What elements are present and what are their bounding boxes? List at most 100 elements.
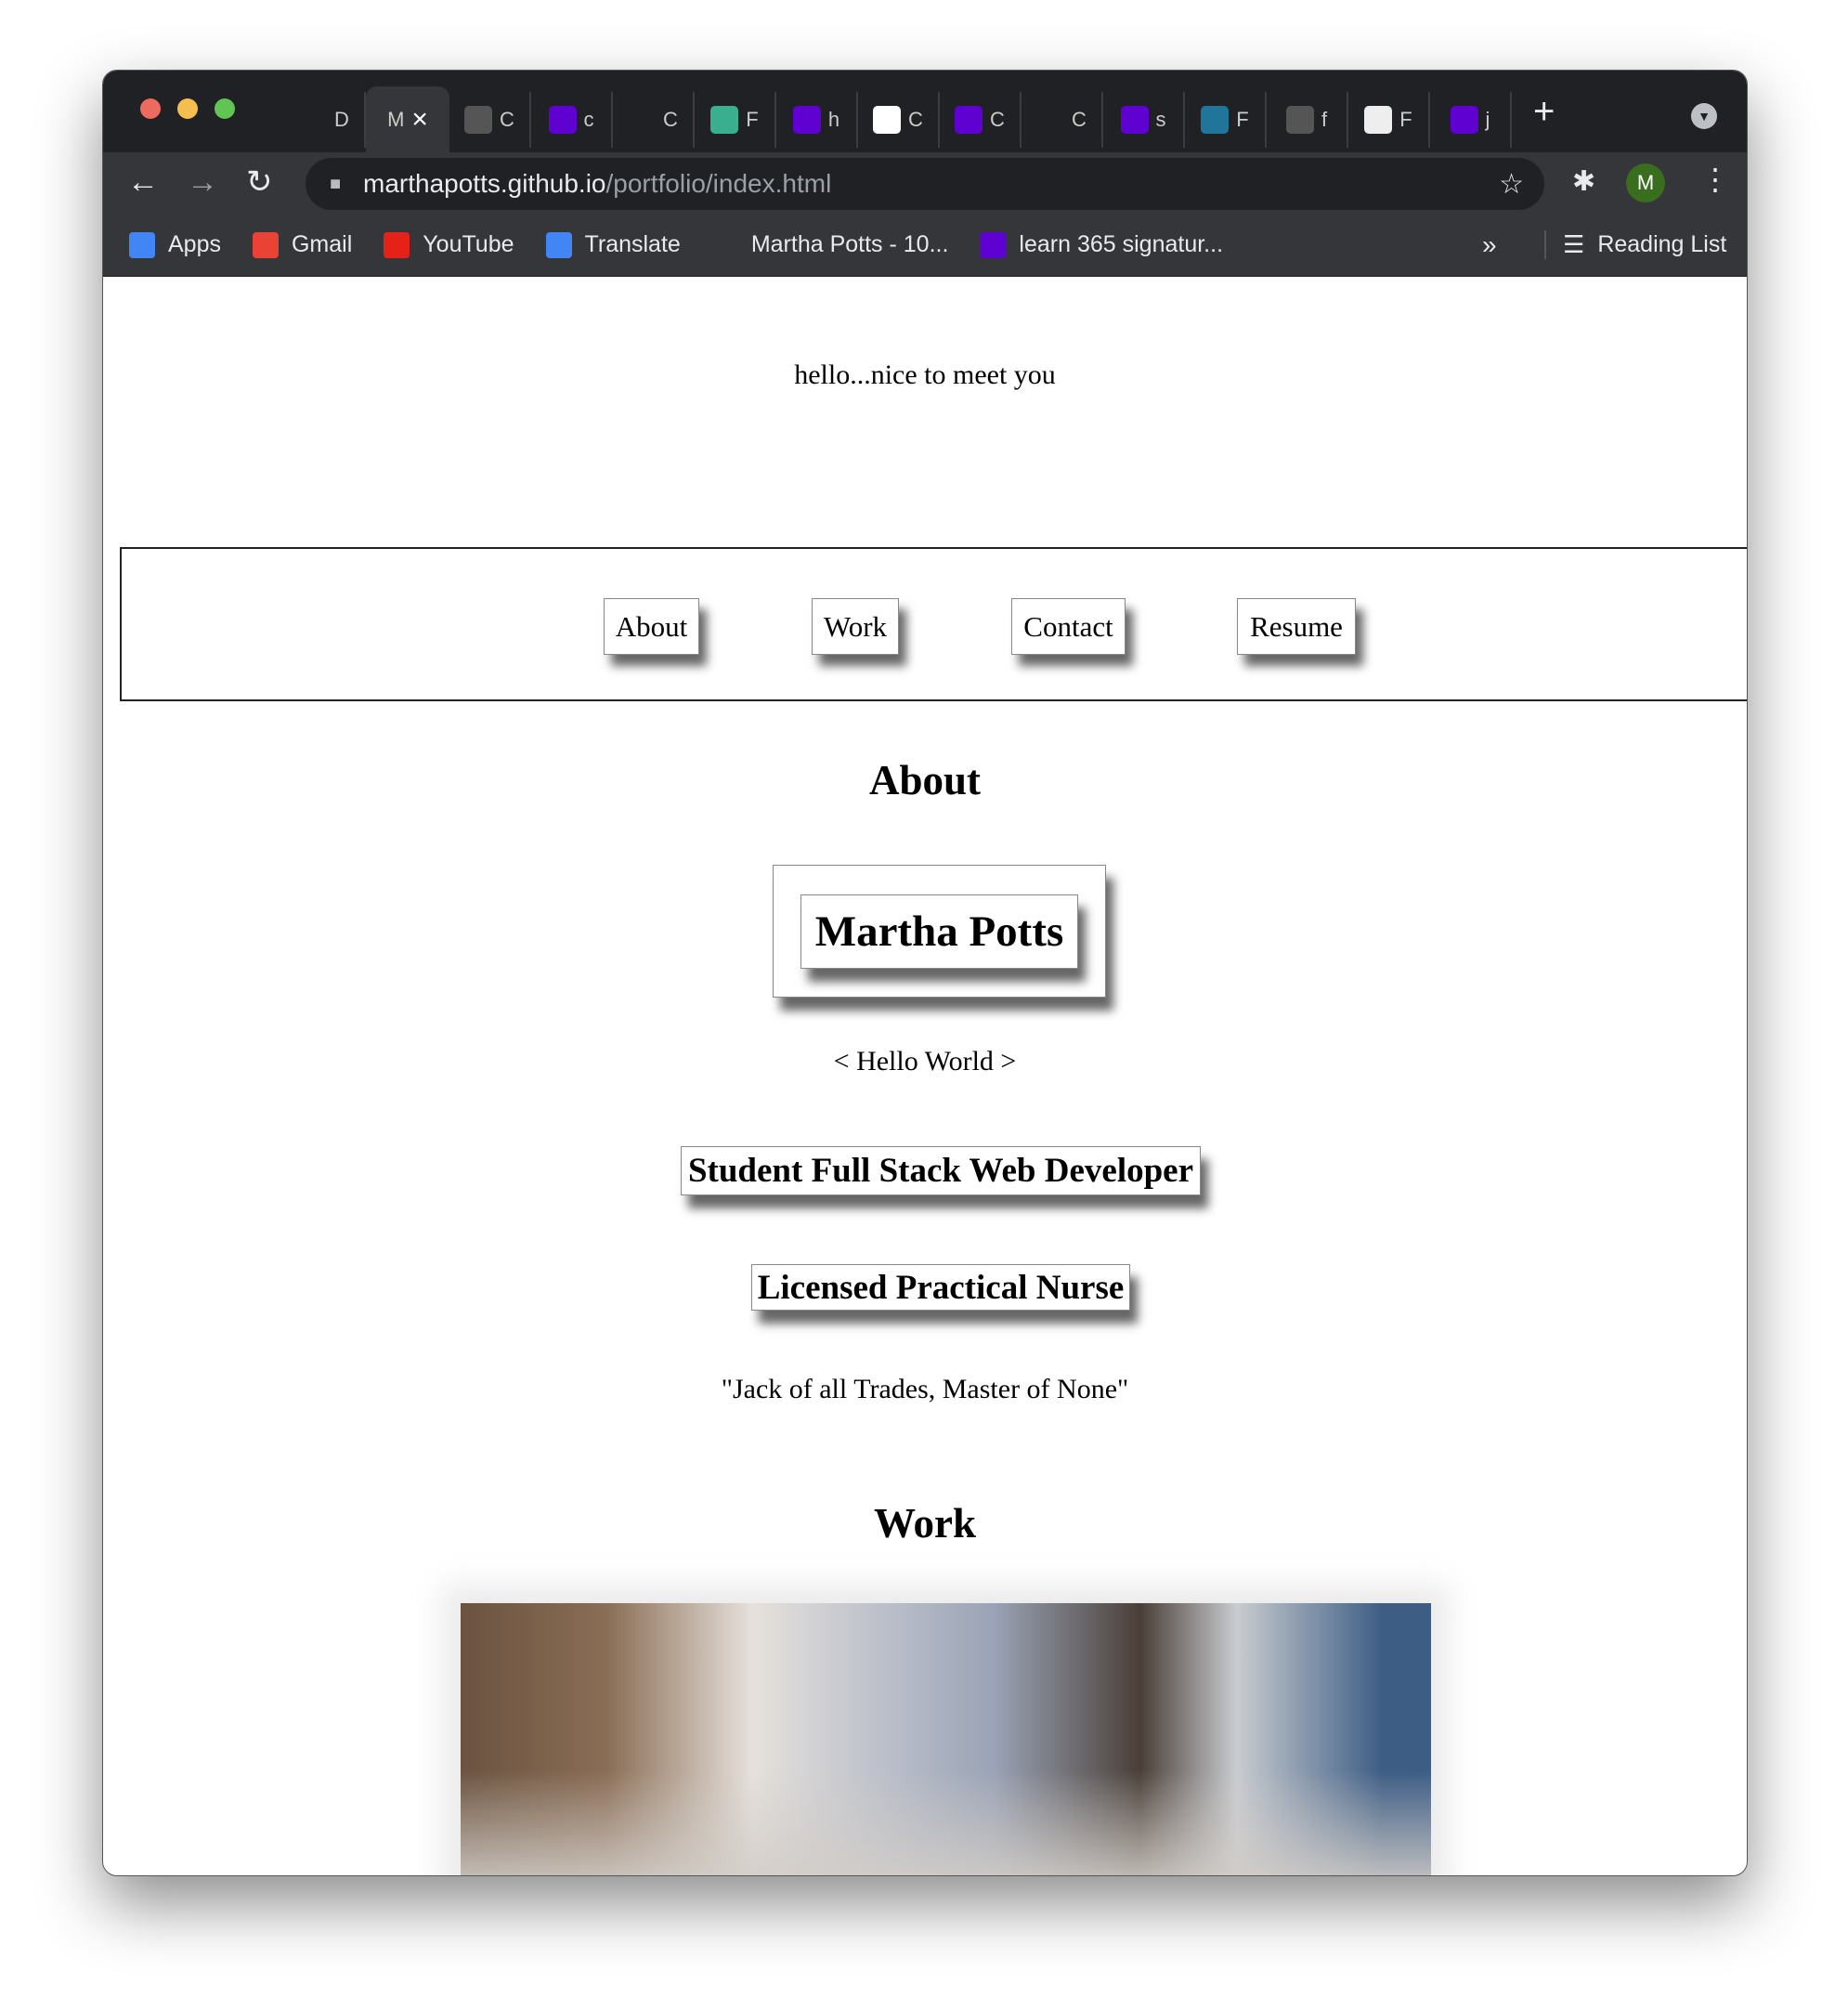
role-developer: Student Full Stack Web Developer <box>681 1146 1201 1195</box>
browser-tab[interactable]: C <box>858 91 940 148</box>
browser-tab[interactable]: c <box>531 91 613 148</box>
tab-title: h <box>827 107 840 131</box>
browser-tab[interactable]: M × <box>366 86 449 152</box>
quote-text: "Jack of all Trades, Master of None" <box>721 1374 1129 1404</box>
work-team-photo <box>461 1603 1431 1875</box>
more-bookmarks-button[interactable]: » <box>1482 230 1497 260</box>
tab-title: f <box>1321 107 1328 131</box>
tab-title: D <box>334 107 349 131</box>
extensions-icon[interactable]: ✱ <box>1572 165 1595 198</box>
new-tab-button[interactable]: + <box>1533 91 1555 133</box>
bookmark-item[interactable]: Apps <box>129 231 221 258</box>
reading-list-label: Reading List <box>1597 231 1727 257</box>
bookmark-label: Gmail <box>291 231 353 257</box>
maximize-window-button[interactable] <box>215 98 235 119</box>
gmail-icon <box>252 231 279 258</box>
browser-tab[interactable]: C <box>940 91 1022 148</box>
browser-tab[interactable]: F <box>1185 91 1267 148</box>
greeting-text: hello...nice to meet you <box>794 359 1056 390</box>
bookmark-label: Translate <box>584 231 681 257</box>
tab-title: j <box>1485 107 1490 131</box>
bookmark-item[interactable]: Translate <box>545 231 681 258</box>
forward-icon[interactable]: → <box>187 163 218 201</box>
bookmark-label: learn 365 signatur... <box>1019 231 1224 257</box>
tab-title: F <box>746 107 759 131</box>
browser-tab[interactable]: D <box>284 91 366 148</box>
nav-bar: About Work Contact Resume <box>120 547 1747 701</box>
tab-title: M <box>387 107 405 131</box>
lock-icon: ■ <box>330 173 342 194</box>
browser-tab[interactable]: C <box>449 91 531 148</box>
browser-tab[interactable]: j <box>1430 91 1512 148</box>
udacity-icon <box>711 231 738 258</box>
role-nurse: Licensed Practical Nurse <box>751 1264 1130 1311</box>
tab-title: F <box>1399 107 1412 131</box>
bookmark-star-icon[interactable]: ☆ <box>1499 168 1524 201</box>
w3schools-icon <box>873 105 902 134</box>
address-bar[interactable]: ■ marthapotts.github.io/portfolio/index.… <box>306 158 1544 210</box>
browser-tab[interactable]: F <box>1348 91 1430 148</box>
yahoo-icon <box>980 231 1007 258</box>
url-path: /portfolio/index.html <box>605 169 832 198</box>
tab-title: s <box>1155 107 1166 131</box>
nav-contact-button[interactable]: Contact <box>1011 598 1126 655</box>
bookmark-item[interactable]: learn 365 signatur... <box>980 231 1223 258</box>
bookmark-label: Martha Potts - 10... <box>750 231 949 257</box>
apps-grid-icon <box>129 231 155 258</box>
reading-list-button[interactable]: ☰ Reading List <box>1544 230 1726 259</box>
google-translate-icon <box>545 231 572 258</box>
nav-work-button[interactable]: Work <box>812 598 899 655</box>
opera-icon <box>1036 105 1065 134</box>
youtube-icon <box>384 231 410 258</box>
close-tab-icon[interactable]: × <box>411 104 428 136</box>
minimize-window-button[interactable] <box>177 98 198 119</box>
tab-strip: D M × Cc C Fh C C Cs Ff Fj + ▼ <box>103 71 1747 152</box>
browser-window: D M × Cc C Fh C C Cs Ff Fj + ▼ ← → ↻ ■ marthapotts… <box>102 70 1748 1876</box>
close-window-button[interactable] <box>140 98 161 119</box>
bookmark-item[interactable]: Gmail <box>252 231 353 258</box>
browser-tab[interactable]: s <box>1103 91 1185 148</box>
url-host: marthapotts.github.io <box>363 169 606 198</box>
browser-tab[interactable]: F <box>695 91 776 148</box>
back-icon[interactable]: ← <box>127 163 159 201</box>
globe-icon <box>464 105 493 134</box>
menu-icon[interactable]: ⋮ <box>1700 162 1730 197</box>
reload-icon[interactable]: ↻ <box>246 163 273 201</box>
tab-search-icon[interactable]: ▼ <box>1691 103 1717 129</box>
yahoo-icon <box>1120 105 1149 134</box>
bookmark-label: Apps <box>168 231 221 257</box>
globe-icon <box>1285 105 1314 134</box>
toolbar: ← → ↻ ■ marthapotts.github.io/portfolio/… <box>103 152 1747 214</box>
reading-list-icon: ☰ <box>1563 230 1585 258</box>
globe-icon <box>1364 105 1393 134</box>
github-icon <box>299 105 328 134</box>
tab-title: C <box>1072 107 1087 131</box>
tab-title: c <box>583 107 594 131</box>
page-content: hello...nice to meet you About Work Cont… <box>103 278 1747 1875</box>
browser-tab[interactable]: C <box>613 91 695 148</box>
about-heading: About <box>868 757 982 803</box>
tab-title: C <box>500 107 514 131</box>
work-heading: Work <box>873 1500 977 1547</box>
wordpress-icon <box>1201 105 1230 134</box>
hex-icon <box>710 105 739 134</box>
bookmark-item[interactable]: YouTube <box>384 231 514 258</box>
tab-title: C <box>990 107 1005 131</box>
hello-world-text: < Hello World > <box>833 1046 1017 1077</box>
nav-about-button[interactable]: About <box>604 598 699 655</box>
yahoo-icon <box>1450 105 1478 134</box>
browser-tab[interactable]: C <box>1022 91 1103 148</box>
browser-tab[interactable]: f <box>1267 91 1348 148</box>
nav-resume-button[interactable]: Resume <box>1237 598 1356 655</box>
yahoo-icon <box>792 105 821 134</box>
browser-tab[interactable]: h <box>776 91 858 148</box>
tab-title: C <box>908 107 923 131</box>
bookmark-item[interactable]: Martha Potts - 10... <box>711 231 949 258</box>
tabs: D M × Cc C Fh C C Cs Ff Fj <box>284 86 1512 152</box>
tab-title: C <box>663 107 678 131</box>
profile-avatar[interactable]: M <box>1626 163 1665 202</box>
react-icon <box>628 105 657 134</box>
yahoo-icon <box>955 105 983 134</box>
yahoo-icon <box>548 105 577 134</box>
bookmarks-bar: Apps Gmail YouTube Translate Martha Potts - … <box>103 214 1747 277</box>
